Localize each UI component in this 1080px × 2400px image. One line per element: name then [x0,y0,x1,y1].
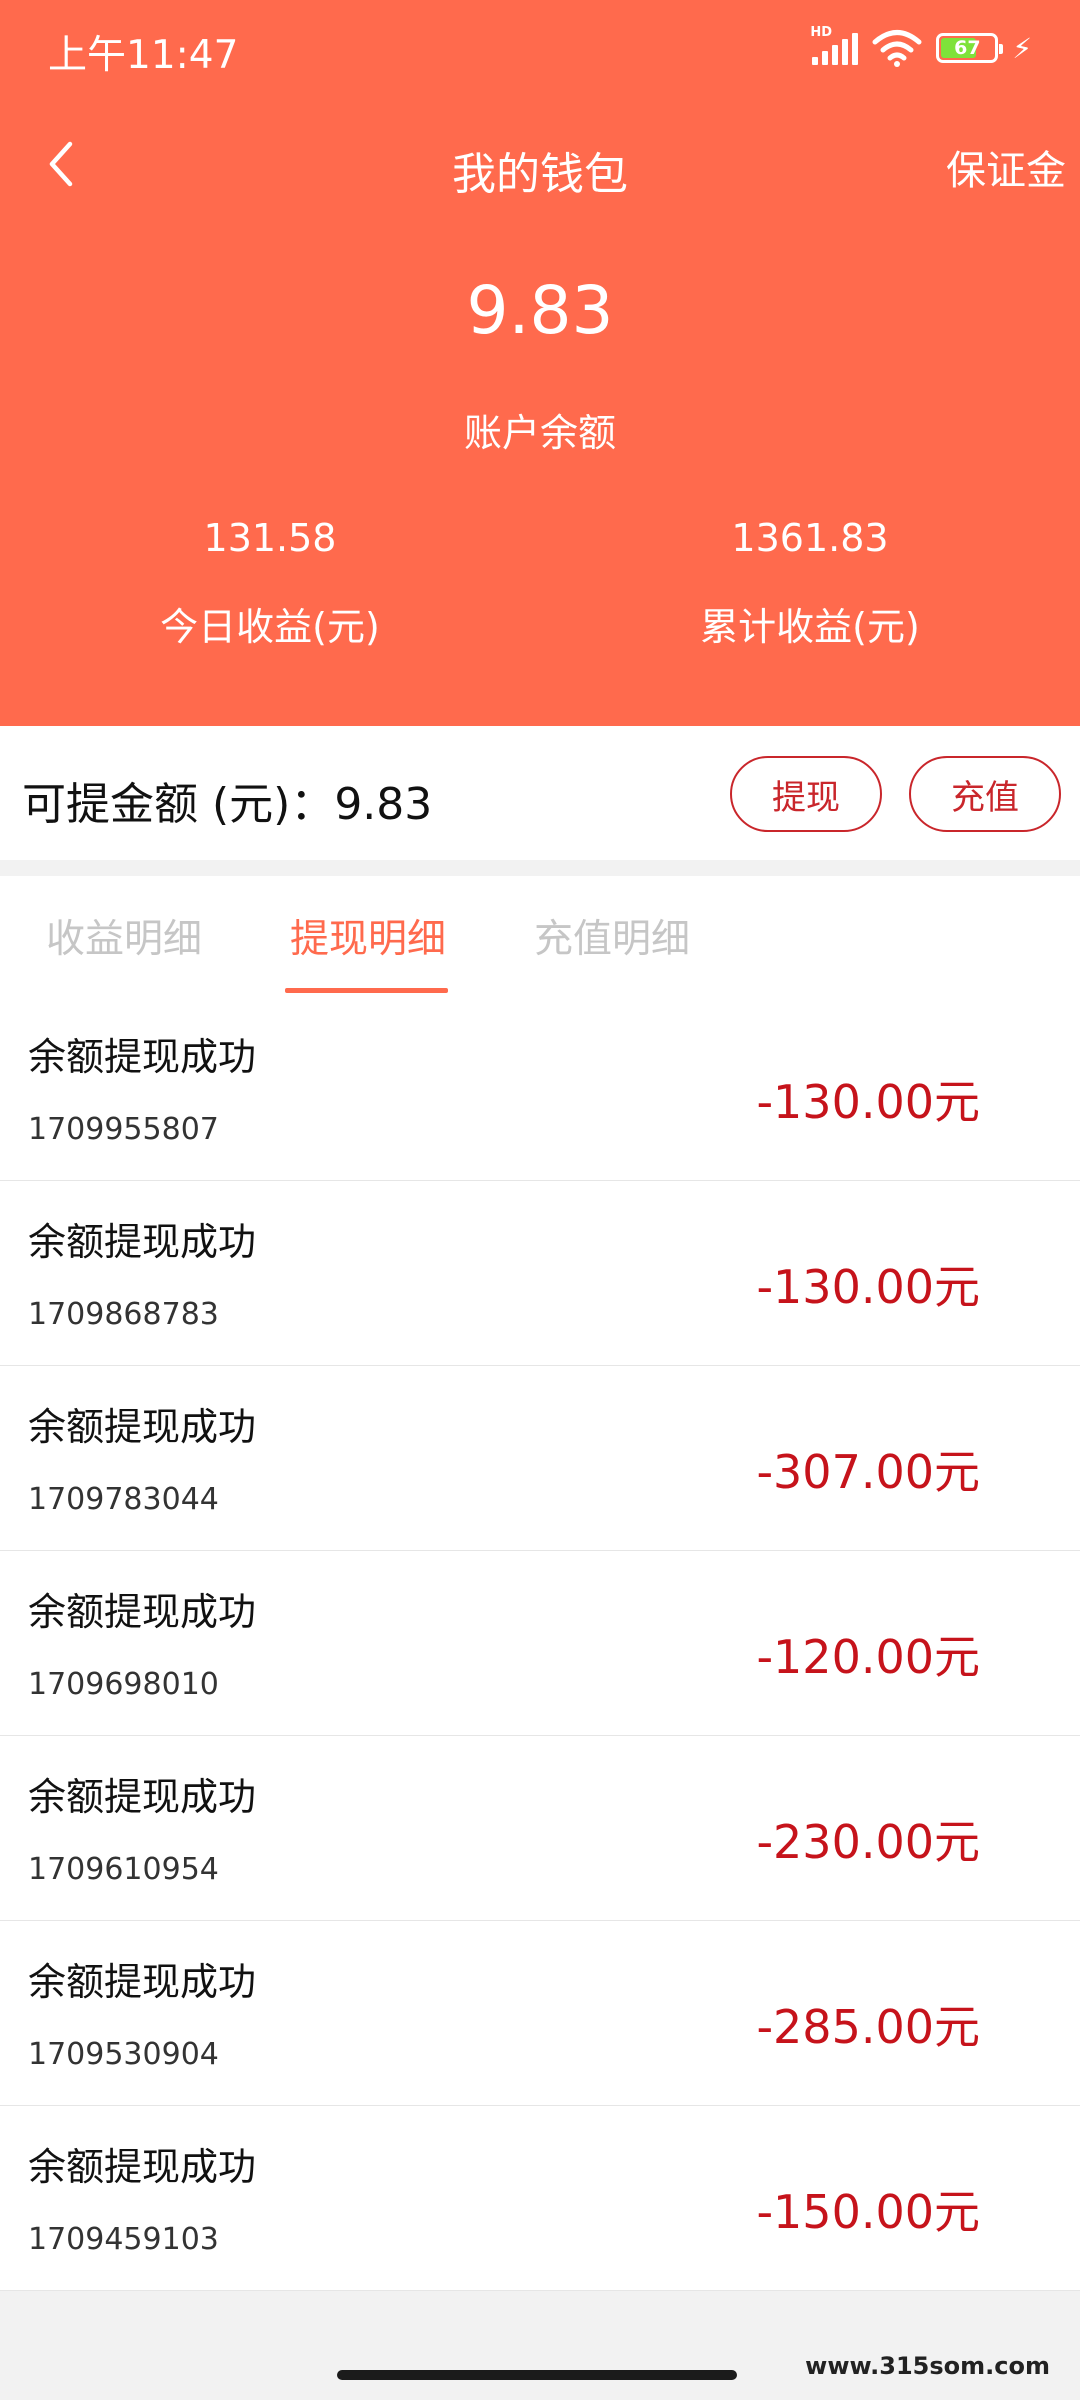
record-title: 余额提现成功 [28,1220,257,1264]
record-title: 余额提现成功 [28,2145,257,2189]
record-amount: -150.00元 [756,2185,980,2239]
record-title: 余额提现成功 [28,1035,257,1079]
hd-label: HD [810,25,832,40]
detail-tabs: 收益明细 提现明细 充值明细 [0,876,1080,996]
list-item[interactable]: 余额提现成功 1709868783 -130.00元 [0,1181,1080,1366]
battery-icon: 67 [936,33,1004,63]
status-bar: 上午11:47 HD 67 ⚡ [0,0,1080,96]
recharge-button[interactable]: 充值 [909,756,1061,832]
total-earnings-label: 累计收益(元) [700,605,920,649]
withdrawable-amount: 可提金额 (元)：9.83 [22,779,433,830]
record-timestamp: 1709783044 [28,1482,219,1517]
record-amount: -130.00元 [756,1075,980,1129]
record-title: 余额提现成功 [28,1590,257,1634]
today-earnings: 131.58 今日收益(元) [0,516,540,651]
today-earnings-value: 131.58 [203,516,337,560]
total-earnings: 1361.83 累计收益(元) [540,516,1080,651]
list-item[interactable]: 余额提现成功 1709610954 -230.00元 [0,1736,1080,1921]
record-amount: -285.00元 [756,2000,980,2054]
watermark: www.315som.com [805,2352,1050,2380]
list-item[interactable]: 余额提现成功 1709698010 -120.00元 [0,1551,1080,1736]
list-item[interactable]: 余额提现成功 1709530904 -285.00元 [0,1921,1080,2106]
record-title: 余额提现成功 [28,1960,257,2004]
status-icons: HD 67 ⚡ [810,25,1032,68]
wifi-icon [872,30,922,67]
record-amount: -230.00元 [756,1815,980,1869]
record-amount: -120.00元 [756,1630,980,1684]
record-timestamp: 1709610954 [28,1852,219,1887]
withdrawable-bar: 可提金额 (元)：9.83 提现 充值 [0,726,1080,860]
record-amount: -307.00元 [756,1445,980,1499]
battery-percent: 67 [954,37,981,59]
record-timestamp: 1709530904 [28,2037,219,2072]
withdraw-button[interactable]: 提现 [730,756,882,832]
home-indicator[interactable] [337,2370,737,2380]
charging-icon: ⚡ [1012,31,1032,65]
record-timestamp: 1709955807 [28,1112,219,1147]
signal-icon: HD [810,25,859,65]
tab-withdraw-detail[interactable]: 提现明细 [290,908,446,964]
withdraw-records-list: 余额提现成功 1709955807 -130.00元 余额提现成功 170986… [0,996,1080,2291]
list-item[interactable]: 余额提现成功 1709783044 -307.00元 [0,1366,1080,1551]
total-earnings-value: 1361.83 [731,516,889,560]
record-timestamp: 1709698010 [28,1667,219,1702]
nav-bar: 我的钱包 保证金 [0,110,1080,220]
today-earnings-label: 今日收益(元) [160,605,380,649]
record-amount: -130.00元 [756,1260,980,1314]
active-tab-indicator [285,988,448,993]
page-title: 我的钱包 [452,149,628,200]
list-item[interactable]: 余额提现成功 1709955807 -130.00元 [0,996,1080,1181]
wallet-page: 上午11:47 HD 67 ⚡ 我的钱包 保证金 9.83 账户余额 131.5… [0,0,1080,2400]
tab-recharge-detail[interactable]: 充值明细 [534,908,690,964]
record-title: 余额提现成功 [28,1775,257,1819]
status-time: 上午11:47 [48,33,239,78]
deposit-link[interactable]: 保证金 [946,138,1066,196]
wallet-header: 上午11:47 HD 67 ⚡ 我的钱包 保证金 9.83 账户余额 131.5… [0,0,1080,726]
record-timestamp: 1709459103 [28,2222,219,2257]
account-balance-label: 账户余额 [463,411,616,455]
account-balance-value: 9.83 [466,272,614,349]
list-item[interactable]: 余额提现成功 1709459103 -150.00元 [0,2106,1080,2291]
record-timestamp: 1709868783 [28,1297,219,1332]
record-title: 余额提现成功 [28,1405,257,1449]
tab-earnings-detail[interactable]: 收益明细 [46,908,202,964]
